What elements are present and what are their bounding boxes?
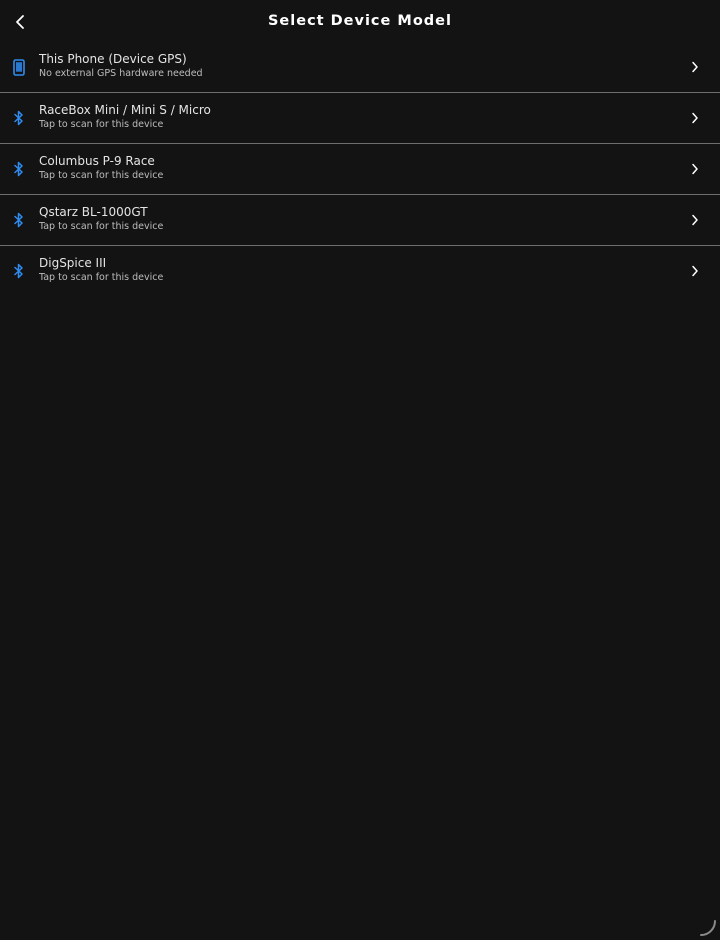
page-title: Select Device Model (267, 13, 452, 29)
bluetooth-icon (11, 210, 27, 230)
device-subtitle: No external GPS hardware needed (39, 68, 203, 79)
device-row-text: Qstarz BL-1000GT Tap to scan for this de… (39, 205, 163, 234)
chevron-right-icon (690, 60, 700, 74)
device-title: Columbus P-9 Race (39, 154, 155, 168)
device-row-columbus[interactable]: Columbus P-9 Race Tap to scan for this d… (0, 144, 720, 195)
device-row-racebox[interactable]: RaceBox Mini / Mini S / Micro Tap to sca… (0, 93, 720, 144)
device-subtitle: Tap to scan for this device (39, 119, 164, 130)
chevron-right-icon (690, 264, 700, 278)
device-row-digspice[interactable]: DigSpice III Tap to scan for this device (0, 246, 720, 297)
device-row-text: RaceBox Mini / Mini S / Micro Tap to sca… (39, 103, 211, 132)
device-title: RaceBox Mini / Mini S / Micro (39, 103, 211, 117)
device-title: DigSpice III (39, 256, 107, 270)
chevron-right-icon (690, 213, 700, 227)
device-model-list: This Phone (Device GPS) No external GPS … (0, 42, 720, 297)
device-row-this-phone[interactable]: This Phone (Device GPS) No external GPS … (0, 42, 720, 93)
device-row-text: Columbus P-9 Race Tap to scan for this d… (39, 154, 163, 183)
device-subtitle: Tap to scan for this device (39, 272, 164, 283)
chevron-right-icon (690, 111, 700, 125)
device-subtitle: Tap to scan for this device (39, 170, 164, 181)
device-title: This Phone (Device GPS) (39, 52, 187, 66)
device-subtitle: Tap to scan for this device (39, 221, 164, 232)
loading-spinner-icon (696, 916, 718, 938)
device-title: Qstarz BL-1000GT (39, 205, 148, 219)
device-row-text: This Phone (Device GPS) No external GPS … (39, 52, 203, 81)
device-row-text: DigSpice III Tap to scan for this device (39, 256, 163, 285)
chevron-right-icon (690, 162, 700, 176)
navigation-header: Select Device Model (0, 0, 720, 44)
bluetooth-icon (11, 261, 27, 281)
bluetooth-icon (11, 108, 27, 128)
phone-icon (11, 57, 27, 77)
bluetooth-icon (11, 159, 27, 179)
device-row-qstarz[interactable]: Qstarz BL-1000GT Tap to scan for this de… (0, 195, 720, 246)
